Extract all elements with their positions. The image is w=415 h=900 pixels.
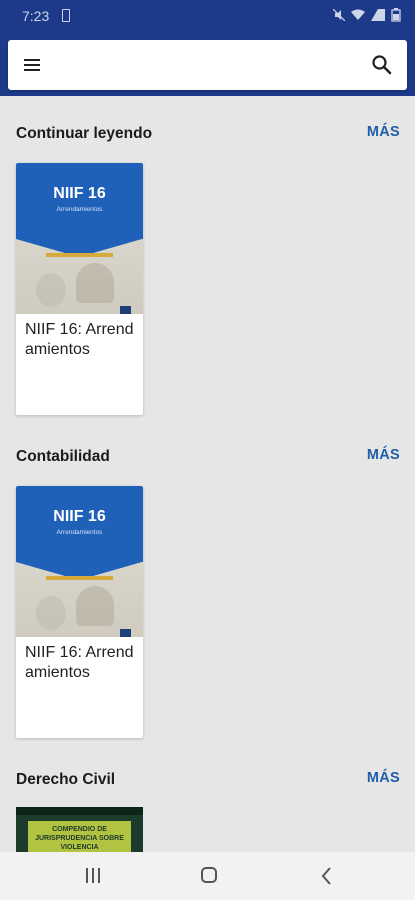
search-icon[interactable]	[369, 52, 395, 78]
book-card[interactable]: NIIF 16 Arrendamientos NIIF 16: Arrendam…	[16, 486, 143, 738]
cover-text: COMPENDIO DE JURISPRUDENCIA SOBRE VIOLEN…	[35, 826, 124, 851]
section-title-continuar-leyendo: Continuar leyendo	[16, 125, 153, 142]
status-time: 7:23	[22, 8, 50, 24]
system-nav-bar	[0, 852, 415, 900]
battery-icon	[391, 8, 401, 22]
more-button-derecho-civil[interactable]: MÁS	[367, 770, 400, 786]
signal-icon	[371, 9, 385, 21]
more-button-continuar-leyendo[interactable]: MÁS	[367, 124, 400, 140]
more-button-contabilidad[interactable]: MÁS	[367, 447, 400, 463]
wifi-icon	[351, 9, 365, 20]
status-icons	[333, 8, 401, 22]
back-icon[interactable]	[312, 864, 342, 888]
book-title: NIIF 16: Arrendamientos	[25, 644, 134, 681]
home-icon[interactable]	[194, 864, 224, 888]
cover-subtitle: Arrendamientos	[56, 206, 103, 213]
book-cover: NIIF 16 Arrendamientos	[16, 486, 143, 637]
menu-icon[interactable]	[20, 53, 44, 77]
battery-saver-icon	[62, 9, 70, 22]
recents-icon[interactable]	[78, 864, 108, 888]
section-title-derecho-civil: Derecho Civil	[16, 771, 116, 788]
section-title-contabilidad: Contabilidad	[16, 448, 110, 465]
book-title: NIIF 16: Arrendamientos	[25, 321, 134, 358]
book-cover: NIIF 16 Arrendamientos	[16, 163, 143, 314]
mute-icon	[333, 9, 345, 21]
cover-title: NIIF 16	[53, 508, 106, 525]
search-bar[interactable]	[8, 40, 407, 90]
book-card[interactable]: NIIF 16 Arrendamientos NIIF 16: Arrendam…	[16, 163, 143, 415]
cover-subtitle: Arrendamientos	[56, 529, 103, 536]
status-bar: 7:23	[0, 0, 415, 34]
cover-title: NIIF 16	[53, 185, 106, 202]
